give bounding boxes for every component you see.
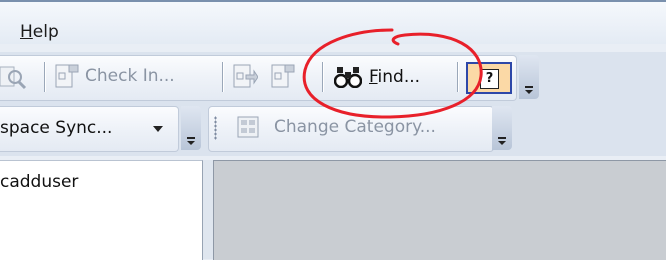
toolbar-separator [457,62,459,92]
change-category-button[interactable]: Change Category... [274,117,436,137]
menu-bar: Help [0,2,666,44]
change-category-icon[interactable] [236,115,262,141]
toolbar-overflow-grip[interactable] [519,55,539,99]
toolbar-separator [44,62,46,92]
menu-help-accel: H [20,22,33,42]
panel-splitter[interactable] [203,160,213,259]
help-icon: ? [480,69,499,89]
toolbar-drag-handle[interactable] [214,116,217,140]
check-in-button[interactable]: Check In... [85,66,175,86]
find-label: Find... [369,67,420,87]
dropdown-arrow-icon[interactable] [153,126,163,132]
toolbar-overflow-grip[interactable] [492,106,512,150]
binoculars-icon [334,67,362,88]
toolbar-overflow-grip[interactable] [181,106,201,150]
right-panel [213,160,666,260]
document-icon[interactable] [232,63,258,91]
search-page-icon[interactable] [0,64,28,90]
toolbar-separator [222,62,224,92]
toolbar-separator [322,62,324,92]
chevron-down-icon [187,137,195,145]
chevron-down-icon [525,86,533,94]
find-button[interactable]: Find... [334,63,420,91]
help-button[interactable]: ? [466,62,512,94]
find-label-accel: F [369,67,378,87]
workspace-sync-dropdown[interactable]: space Sync... [0,118,112,138]
menu-help-label: elp [32,22,59,42]
find-label-rest: ind... [377,67,421,87]
check-in-icon[interactable] [54,63,80,91]
menu-help[interactable]: Help [20,22,59,42]
chevron-down-icon [498,137,506,145]
user-list-item[interactable]: cadduser [0,172,78,192]
document-arrow-icon[interactable] [270,63,296,91]
